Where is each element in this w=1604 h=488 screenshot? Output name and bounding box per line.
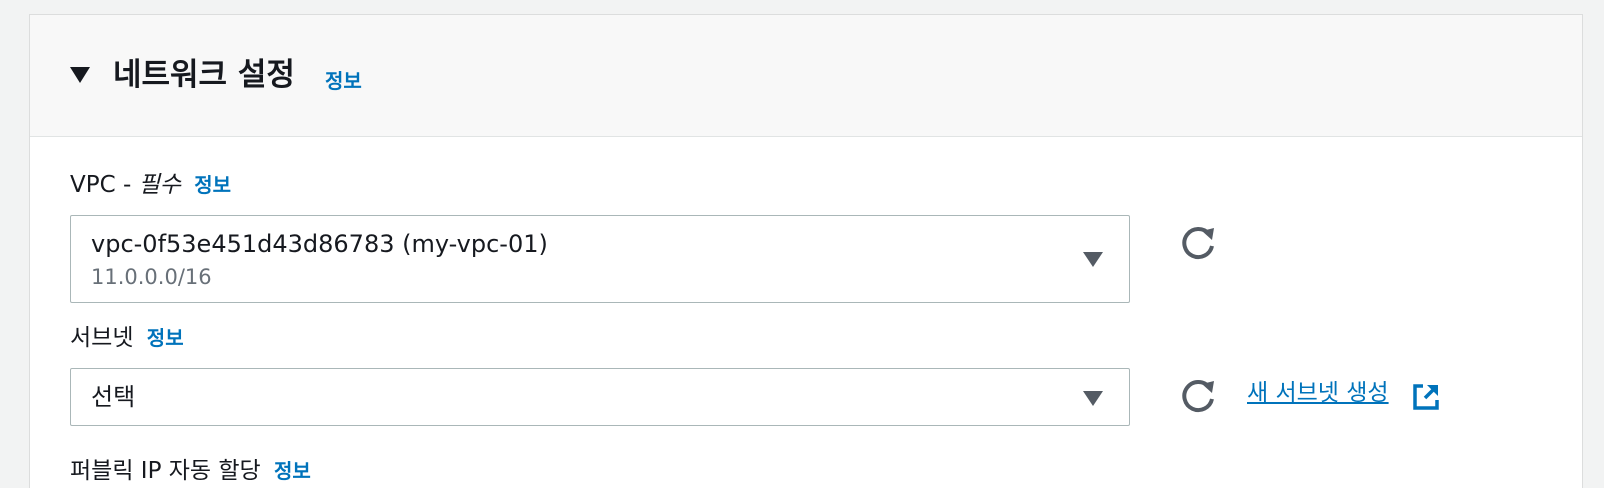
vpc-label: VPC - 필수 정보: [70, 170, 231, 200]
section-info-link[interactable]: 정보: [325, 68, 362, 94]
panel-header[interactable]: 네트워크 설정 정보: [30, 15, 1582, 137]
vpc-dropdown-caret-icon: [1083, 252, 1103, 267]
vpc-info-link[interactable]: 정보: [194, 173, 231, 197]
vpc-refresh-icon[interactable]: [1176, 222, 1220, 266]
public-ip-label: 퍼블릭 IP 자동 할당 정보: [70, 456, 311, 486]
subnet-refresh-icon[interactable]: [1176, 375, 1220, 419]
subnet-label: 서브넷 정보: [70, 323, 184, 353]
vpc-select[interactable]: vpc-0f53e451d43d86783 (my-vpc-01) 11.0.0…: [70, 215, 1130, 303]
subnet-info-link[interactable]: 정보: [147, 326, 184, 350]
external-link-icon[interactable]: [1411, 382, 1441, 412]
collapse-caret-icon[interactable]: [70, 67, 90, 83]
public-ip-info-link[interactable]: 정보: [274, 459, 311, 483]
subnet-dropdown-caret-icon: [1083, 391, 1103, 406]
public-ip-label-text: 퍼블릭 IP 자동 할당: [70, 458, 261, 484]
vpc-selected-value: vpc-0f53e451d43d86783 (my-vpc-01): [91, 230, 548, 258]
subnet-selected-value: 선택: [91, 383, 136, 411]
subnet-label-text: 서브넷: [70, 325, 134, 351]
section-title: 네트워크 설정: [113, 57, 295, 93]
vpc-selected-cidr: 11.0.0.0/16: [91, 265, 212, 289]
network-settings-panel: 네트워크 설정 정보 VPC - 필수 정보 vpc-0f53e451d43d8…: [29, 14, 1583, 488]
vpc-label-text: VPC -: [70, 172, 132, 198]
vpc-required-text: 필수: [138, 172, 181, 198]
create-subnet-link[interactable]: 새 서브넷 생성: [1247, 377, 1389, 409]
subnet-select[interactable]: 선택: [70, 368, 1130, 426]
